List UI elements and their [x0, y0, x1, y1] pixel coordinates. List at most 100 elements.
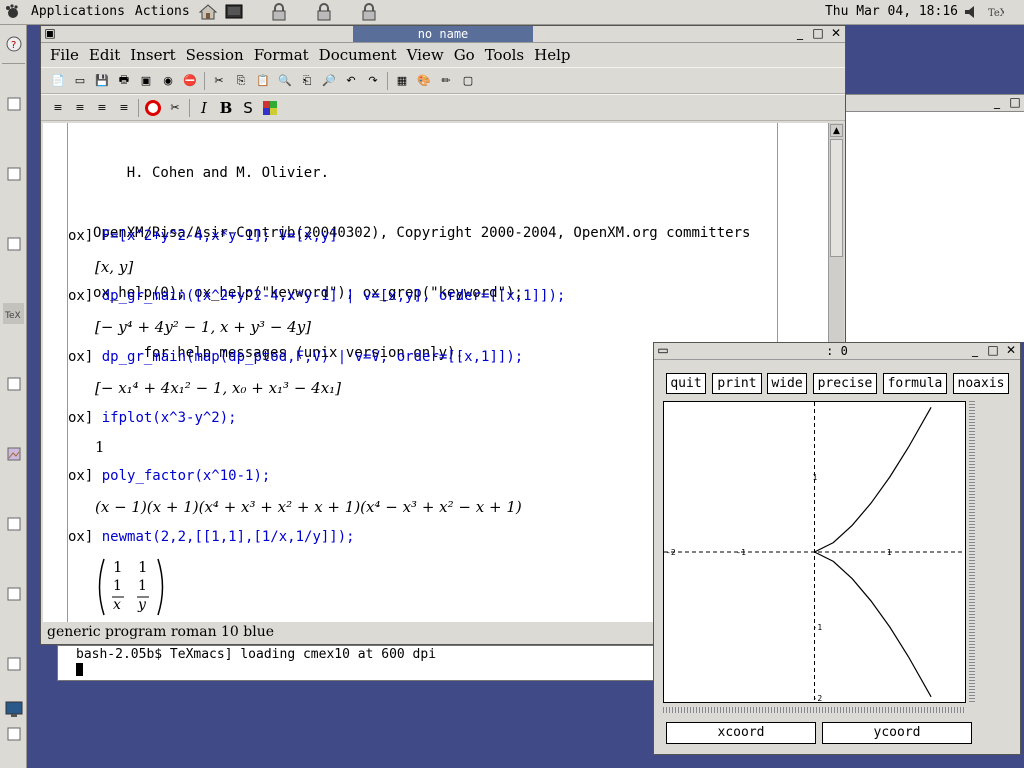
menu-help[interactable]: Help	[529, 46, 575, 64]
lock-icon[interactable]	[269, 2, 289, 22]
align-left-icon[interactable]: ≡	[49, 99, 67, 117]
menu-view[interactable]: View	[402, 46, 449, 64]
paste-icon[interactable]: 📋	[254, 72, 272, 90]
background-window-titlebar[interactable]: _ □	[845, 94, 1024, 112]
actions-menu[interactable]: Actions	[130, 0, 195, 24]
close-icon[interactable]: ✕	[1004, 344, 1018, 358]
menu-document[interactable]: Document	[314, 46, 402, 64]
menu-format[interactable]: Format	[249, 46, 314, 64]
window-list-item-icon[interactable]	[3, 373, 24, 394]
plot-canvas[interactable]: -2 -1 1 1 -1 -2	[663, 401, 966, 703]
exit-icon[interactable]: ⛔	[181, 72, 199, 90]
window-list-item-icon[interactable]	[3, 233, 24, 254]
session-output: [− y⁴ + 4y² − 1, x + y³ − 4y]	[95, 318, 312, 336]
texmacs-taskbar-icon[interactable]: TeX	[3, 303, 24, 324]
align-right-icon[interactable]: ≡	[93, 99, 111, 117]
maximize-icon[interactable]: □	[1008, 96, 1022, 110]
noaxis-button[interactable]: noaxis	[953, 373, 1009, 394]
close-icon[interactable]: ✕	[829, 27, 843, 41]
window-list-item-icon[interactable]	[3, 93, 24, 114]
menu-file[interactable]: File	[45, 46, 84, 64]
save-icon[interactable]: 💾	[93, 72, 111, 90]
italic-button[interactable]: I	[195, 99, 213, 117]
plot-titlebar[interactable]: ▭ : 0 _ □ ✕	[654, 343, 1020, 360]
lock-icon[interactable]	[314, 2, 334, 22]
volume-icon[interactable]	[961, 2, 981, 22]
image-viewer-icon[interactable]	[3, 443, 24, 464]
quit-button[interactable]: quit	[666, 373, 706, 394]
panel-clock[interactable]: Thu Mar 04, 18:16	[825, 0, 958, 24]
texmacs-tray-icon[interactable]: TeX	[985, 2, 1005, 22]
minimize-icon[interactable]: _	[968, 344, 982, 358]
xcoord-field[interactable]: xcoord	[666, 722, 816, 744]
terminal-window[interactable]: bash-2.05b$ TeXmacs] loading cmex10 at 6…	[57, 645, 657, 681]
session-input[interactable]: ox] dp_gr_main([x^2+y^2-4,x*y-1] | v=[x,…	[68, 288, 565, 304]
image-icon[interactable]: 🎨	[415, 72, 433, 90]
menu-insert[interactable]: Insert	[125, 46, 180, 64]
formula-button[interactable]: formula	[883, 373, 947, 394]
lock-icon[interactable]	[359, 2, 379, 22]
window-list-item-icon[interactable]	[3, 513, 24, 534]
scroll-thumb[interactable]	[830, 139, 843, 257]
texmacs-titlebar[interactable]: ▣ no name _ □ ✕	[41, 26, 845, 43]
wide-button[interactable]: wide	[767, 373, 807, 394]
plot-vertical-scrollbar[interactable]	[969, 401, 975, 703]
sans-serif-button[interactable]: S	[239, 99, 257, 117]
menu-session[interactable]: Session	[181, 46, 249, 64]
help-icon[interactable]: ?	[3, 33, 24, 54]
minimize-icon[interactable]: _	[990, 96, 1004, 110]
session-input[interactable]: ox] F=[x^2+y^2-4,x*y-1]; V=[x,y]	[68, 228, 338, 244]
curve-branch	[814, 551, 932, 698]
print-button[interactable]: print	[712, 373, 762, 394]
y-tick-label: 1	[813, 473, 818, 482]
undo-icon[interactable]: ↶	[342, 72, 360, 90]
preview-icon[interactable]: ◉	[159, 72, 177, 90]
window-menu-icon[interactable]: ▣	[43, 27, 57, 41]
session-input[interactable]: ox] newmat(2,2,[[1,1],[1/x,1/y]]);	[68, 529, 355, 545]
spell-check-icon[interactable]: 🔎	[320, 72, 338, 90]
menu-go[interactable]: Go	[449, 46, 480, 64]
align-justify-icon[interactable]: ≡	[115, 99, 133, 117]
replace-icon[interactable]: ⎗	[298, 72, 316, 90]
scissors-icon[interactable]: ✂	[166, 99, 184, 117]
terminal-icon[interactable]	[224, 2, 244, 22]
cut-icon[interactable]: ✂	[210, 72, 228, 90]
window-menu-icon[interactable]: ▭	[656, 344, 670, 358]
home-icon[interactable]	[198, 2, 218, 22]
bold-button[interactable]: B	[217, 99, 235, 117]
window-list-item-icon[interactable]	[3, 723, 24, 744]
plot-horizontal-scrollbar[interactable]	[663, 707, 966, 713]
precise-button[interactable]: precise	[813, 373, 877, 394]
gnome-foot-icon[interactable]	[3, 2, 23, 22]
menu-edit[interactable]: Edit	[84, 46, 125, 64]
color-palette-icon[interactable]	[261, 99, 279, 117]
session-output: [x, y]	[95, 258, 134, 276]
maximize-icon[interactable]: □	[986, 344, 1000, 358]
table-icon[interactable]: ▦	[393, 72, 411, 90]
window-list-item-icon[interactable]	[3, 163, 24, 184]
window-list-item-icon[interactable]	[3, 583, 24, 604]
copy-icon[interactable]: ⎘	[232, 72, 250, 90]
window-list-item-icon[interactable]	[3, 653, 24, 674]
fullscreen-icon[interactable]: ▢	[459, 72, 477, 90]
show-desktop-icon[interactable]	[3, 698, 24, 719]
search-icon[interactable]: 🔍	[276, 72, 294, 90]
session-input[interactable]: ox] poly_factor(x^10-1);	[68, 468, 270, 484]
minimize-icon[interactable]: _	[793, 27, 807, 41]
prompt: ox]	[68, 228, 94, 244]
draw-icon[interactable]: ✏	[437, 72, 455, 90]
menu-tools[interactable]: Tools	[480, 46, 529, 64]
align-center-icon[interactable]: ≡	[71, 99, 89, 117]
ycoord-field[interactable]: ycoord	[822, 722, 972, 744]
session-input[interactable]: ox] ifplot(x^3-y^2);	[68, 410, 237, 426]
new-document-icon[interactable]: 📄	[49, 72, 67, 90]
open-icon[interactable]: ▭	[71, 72, 89, 90]
redo-icon[interactable]: ↷	[364, 72, 382, 90]
applications-menu[interactable]: Applications	[26, 0, 130, 24]
stop-icon[interactable]	[144, 99, 162, 117]
book-icon[interactable]: ▣	[137, 72, 155, 90]
session-input[interactable]: ox] dp_gr_main(map(dp_ptod,F,V) | v=V, o…	[68, 349, 523, 365]
scroll-up-icon[interactable]: ▲	[830, 124, 843, 137]
print-icon[interactable]: 🖶	[115, 72, 133, 90]
maximize-icon[interactable]: □	[811, 27, 825, 41]
